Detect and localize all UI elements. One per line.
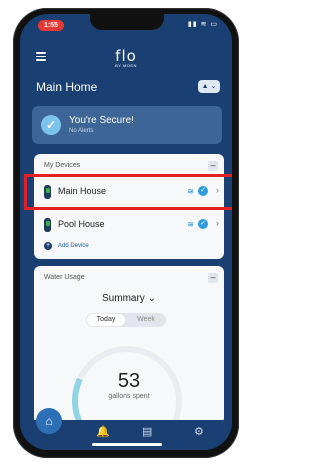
check-icon: ✓ (41, 115, 61, 135)
alerts-tab-icon[interactable]: 🔔 (96, 425, 110, 438)
status-indicators: ▮▮ ≋ ▭ (187, 21, 218, 28)
app-screen: 1:55 ▮▮ ≋ ▭ flo BY MOEN Main Home ▲ ⌄ ✓ … (20, 14, 232, 450)
chevron-right-icon: › (216, 185, 219, 195)
bottom-tab-bar: ⌂ 🔔 ▤ ⚙ (20, 408, 232, 450)
status-time: 1:55 (38, 20, 64, 31)
home-indicator (92, 443, 162, 446)
summary-dropdown[interactable]: Summary ⌄ (34, 293, 224, 304)
device-row-main-house[interactable]: Main House ≋ ✓ › (24, 174, 232, 210)
wifi-icon: ≋ (187, 187, 194, 196)
security-title: You're Secure! (69, 115, 134, 126)
add-device-label: Add Device (58, 243, 89, 249)
status-check-icon: ✓ (198, 186, 208, 196)
security-card[interactable]: ✓ You're Secure! No Alerts (32, 106, 222, 144)
period-toggle: Today Week (86, 313, 166, 327)
water-usage-title: Water Usage (44, 274, 85, 281)
settings-tab-icon[interactable]: ⚙ (194, 425, 204, 438)
water-usage-card: Water Usage – Summary ⌄ Today Week 53 ga… (34, 266, 224, 424)
usage-unit: gallons spent (108, 393, 150, 400)
toggle-today[interactable]: Today (87, 314, 125, 326)
toggle-week[interactable]: Week (127, 314, 165, 326)
home-selector-button[interactable]: ▲ ⌄ (198, 80, 220, 93)
home-tab-icon[interactable]: ⌂ (36, 408, 62, 434)
plus-icon: + (44, 242, 52, 250)
device-icon (44, 218, 51, 232)
devices-collapse-button[interactable]: – (208, 161, 218, 171)
usage-value: 53 (117, 370, 141, 392)
security-subtitle: No Alerts (69, 128, 94, 134)
add-device-button[interactable]: + Add Device (44, 242, 89, 250)
notch (90, 14, 164, 30)
device-row-pool-house[interactable]: Pool House ≋ ✓ › (34, 211, 224, 239)
logo-subtext: BY MOEN (115, 63, 137, 68)
devices-card: My Devices – Main House ≋ ✓ › Pool House… (24, 154, 232, 259)
status-check-icon: ✓ (198, 219, 208, 229)
wifi-icon: ≋ (187, 220, 194, 229)
device-label: Main House (58, 186, 107, 196)
usage-collapse-button[interactable]: – (208, 273, 218, 283)
logo: flo BY MOEN (20, 47, 232, 68)
devices-title: My Devices (44, 162, 81, 169)
device-label: Pool House (58, 219, 105, 229)
home-title: Main Home (36, 80, 98, 94)
chevron-right-icon: › (216, 218, 219, 228)
device-icon (44, 185, 51, 199)
chat-tab-icon[interactable]: ▤ (142, 425, 152, 438)
